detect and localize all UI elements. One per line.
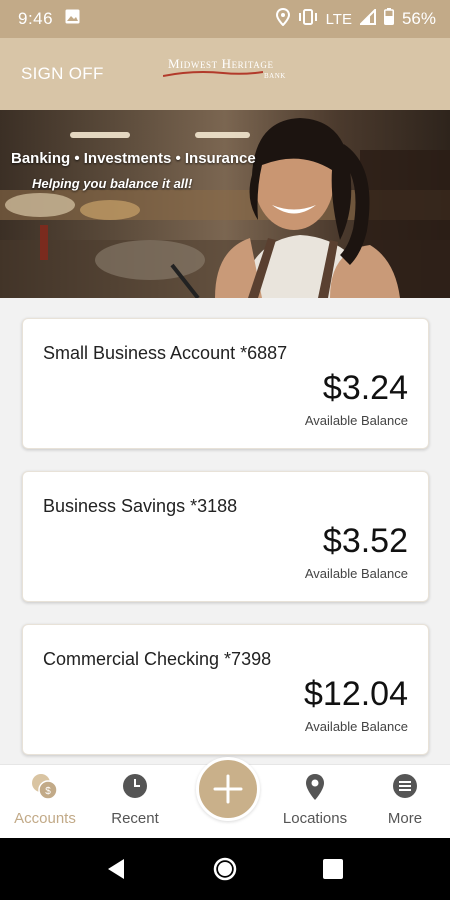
logo-bank: BANK (264, 72, 286, 80)
bottom-nav: $ Accounts Recent Locations More (0, 757, 450, 839)
nav-accounts-label: Accounts (14, 810, 76, 827)
app-header: SIGN OFF Midwest Heritage BANK (0, 38, 450, 110)
balance-label: Available Balance (304, 413, 408, 428)
logo-swoosh-icon (163, 71, 263, 77)
bank-logo: Midwest Heritage BANK (158, 56, 298, 92)
account-name: Small Business Account *6887 (43, 343, 288, 363)
account-card[interactable]: Commercial Checking *7398 $12.04 Availab… (22, 624, 429, 755)
nav-accounts[interactable]: $ Accounts (0, 765, 90, 839)
back-icon[interactable] (104, 856, 130, 882)
nav-locations-label: Locations (282, 810, 348, 827)
battery-percent: 56% (401, 9, 436, 28)
overview-icon[interactable] (320, 856, 346, 882)
location-icon (275, 7, 290, 31)
account-balance: $3.24 (322, 369, 408, 407)
home-icon[interactable] (212, 856, 238, 882)
nav-more[interactable]: More (360, 765, 450, 839)
image-icon (65, 9, 80, 29)
signal-icon (358, 7, 376, 30)
account-balance: $3.52 (322, 522, 408, 560)
sign-off-button[interactable]: SIGN OFF (21, 64, 104, 84)
nav-locations[interactable]: Locations (270, 765, 360, 839)
banner-tagline: Helping you balance it all! (32, 176, 193, 191)
account-name: Commercial Checking *7398 (43, 649, 272, 669)
plus-icon (213, 774, 243, 804)
account-card[interactable]: Business Savings *3188 $3.52 Available B… (22, 471, 429, 602)
nav-more-label: More (387, 810, 423, 827)
account-balance: $12.04 (304, 675, 408, 713)
menu-icon (392, 773, 418, 799)
account-card[interactable]: Small Business Account *6887 $3.24 Avail… (22, 318, 429, 449)
location-pin-icon (302, 773, 328, 800)
system-nav-bar (0, 838, 450, 900)
add-button[interactable] (196, 757, 260, 821)
coins-icon: $ (32, 773, 58, 800)
status-bar: 9:46 LTE 56% (0, 0, 450, 38)
nav-recent[interactable]: Recent (90, 765, 180, 839)
vibrate-icon (298, 8, 318, 30)
status-time: 9:46 (18, 9, 54, 28)
banner-headline: Banking • Investments • Insurance (11, 150, 256, 167)
battery-icon (383, 8, 394, 30)
svg-text:$: $ (45, 786, 51, 797)
accounts-list[interactable]: Small Business Account *6887 $3.24 Avail… (0, 298, 450, 764)
balance-label: Available Balance (304, 719, 408, 734)
promo-banner: Banking • Investments • Insurance Helpin… (0, 110, 450, 298)
balance-label: Available Balance (304, 566, 408, 581)
banner-photo (0, 118, 450, 298)
account-name: Business Savings *3188 (43, 496, 238, 516)
nav-recent-label: Recent (111, 810, 159, 827)
clock-icon (122, 773, 148, 799)
network-type: LTE (325, 10, 352, 28)
